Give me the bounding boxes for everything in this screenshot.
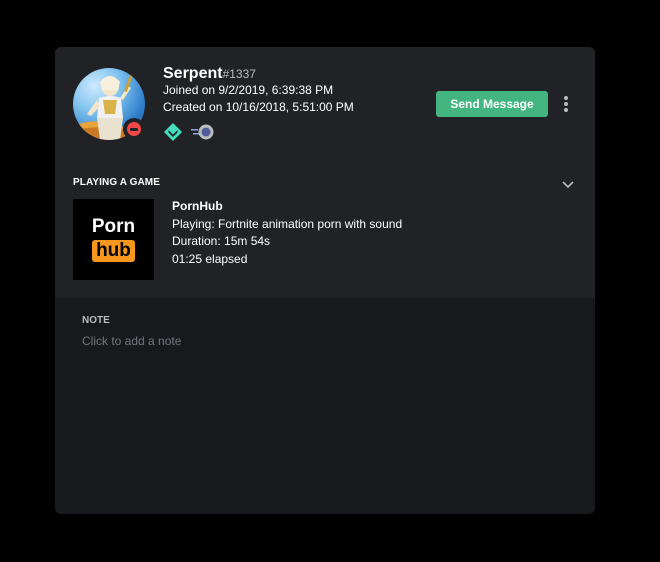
logo-text-top: Porn	[91, 216, 136, 237]
note-title: NOTE	[82, 315, 110, 326]
status-dnd-icon	[123, 118, 145, 140]
hypesquad-balance-icon[interactable]	[163, 122, 183, 142]
more-options-icon[interactable]	[558, 93, 574, 115]
joined-date: Joined on 9/2/2019, 6:39:38 PM	[163, 83, 334, 97]
activity-section-title: PLAYING A GAME	[73, 177, 160, 188]
username-row: Serpent#1337	[163, 65, 256, 83]
send-message-button[interactable]: Send Message	[436, 91, 548, 117]
badge-list	[163, 122, 223, 142]
created-date: Created on 10/16/2018, 5:51:00 PM	[163, 100, 354, 114]
chevron-down-icon[interactable]	[561, 180, 575, 190]
user-profile-card: Serpent#1337 Joined on 9/2/2019, 6:39:38…	[55, 47, 595, 514]
game-playing-details: Playing: Fortnite animation porn with so…	[172, 217, 403, 231]
username: Serpent	[163, 65, 223, 82]
logo-text-bottom: hub	[92, 240, 135, 262]
game-elapsed: 01:25 elapsed	[172, 252, 248, 266]
avatar[interactable]	[73, 68, 145, 140]
game-logo: Porn hub	[73, 199, 154, 280]
profile-header: Serpent#1337 Joined on 9/2/2019, 6:39:38…	[55, 47, 595, 298]
note-input[interactable]: Click to add a note	[82, 334, 562, 350]
game-duration: Duration: 15m 54s	[172, 234, 271, 248]
game-name: PornHub	[172, 199, 223, 213]
discriminator: #1337	[222, 67, 256, 81]
nitro-boost-icon[interactable]	[191, 122, 215, 142]
